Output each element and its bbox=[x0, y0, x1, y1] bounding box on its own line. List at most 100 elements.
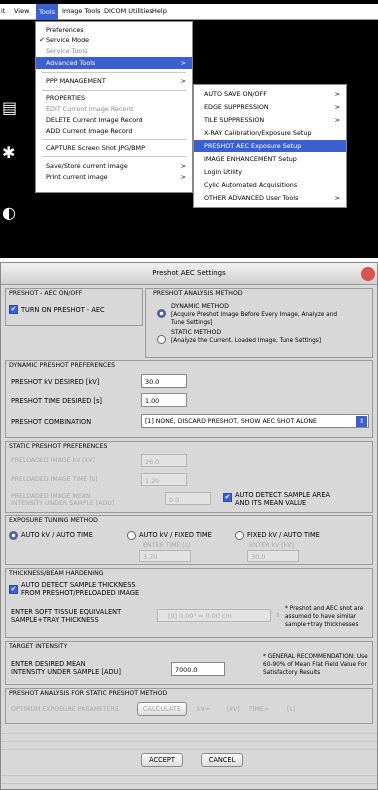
chevron-right-icon: > bbox=[180, 59, 186, 67]
auto-detect-thickness-label: AUTO DETECT SAMPLE THICKNESS bbox=[21, 581, 136, 589]
enter-time-label: ENTER TIME [s] bbox=[143, 542, 191, 549]
fixed-time-input: 3.70 bbox=[139, 550, 191, 562]
menu-item-cyclic-acquisitions[interactable]: Cylic Automated Acquisitions bbox=[194, 181, 346, 189]
menu-item-advanced-tools[interactable]: Advanced Tools > bbox=[36, 57, 192, 69]
auto-detect-area-checkbox[interactable]: ✔ bbox=[223, 493, 232, 502]
menu-partial-item[interactable]: it bbox=[1, 7, 5, 15]
menu-divider bbox=[42, 72, 186, 73]
stripe bbox=[1, 741, 377, 742]
menu-item-label: Save/Store current image bbox=[46, 162, 128, 170]
auto-detect-thickness-label-2: FROM PRESHOT/PRELOADED IMAGE bbox=[21, 589, 140, 597]
dynamic-method-radio[interactable] bbox=[157, 309, 166, 318]
desired-mean-input[interactable]: 7000.0 bbox=[171, 662, 225, 676]
menu-item-other-advanced[interactable]: OTHER ADVANCED User Tools > bbox=[194, 194, 346, 202]
menu-item-ppp-management[interactable]: PPP MANAGEMENT > bbox=[36, 77, 192, 85]
document-icon[interactable]: ▤ bbox=[2, 100, 17, 116]
menu-item-image-enhancement[interactable]: IMAGE ENHANCEMENT Setup bbox=[194, 155, 346, 163]
auto-kv-fixed-time-radio[interactable] bbox=[127, 531, 136, 540]
auto-detect-thickness-checkbox[interactable]: ✔ bbox=[9, 585, 18, 594]
thickness-note-3: sample+tray thicknesses bbox=[285, 622, 359, 628]
menu-item-capture-screenshot[interactable]: CAPTURE Screen Shot JPG/BMP bbox=[36, 144, 192, 152]
chevron-right-icon: > bbox=[334, 103, 340, 111]
menu-item-preferences[interactable]: Preferences bbox=[36, 26, 192, 34]
accept-button[interactable]: ACCEPT bbox=[141, 753, 183, 767]
menu-item-service-mode[interactable]: ✔ Service Mode bbox=[36, 36, 192, 44]
static-method-desc: [Analyze the Current, Loaded Image, Tune… bbox=[171, 338, 322, 344]
stripe bbox=[1, 733, 377, 734]
calculate-button: CALCULATE bbox=[137, 702, 187, 716]
turn-on-preshot-checkbox[interactable]: ✔ bbox=[9, 305, 18, 314]
chevron-right-icon: > bbox=[180, 77, 186, 85]
preshot-kv-label: PRESHOT kV DESIRED [kV] bbox=[11, 378, 100, 386]
menu-image-tools[interactable]: Image Tools bbox=[62, 7, 100, 15]
chevron-updown-icon: ⇕ bbox=[356, 416, 367, 427]
menu-item-print[interactable]: Print current image > bbox=[36, 173, 192, 181]
menu-view[interactable]: View bbox=[14, 7, 29, 15]
cancel-button[interactable]: CANCEL bbox=[201, 753, 243, 767]
menu-item-properties[interactable]: PROPERTIES bbox=[36, 94, 192, 102]
result-time-label: TIME= bbox=[249, 706, 270, 713]
result-kv-unit: [kV] bbox=[227, 706, 240, 713]
menu-help[interactable]: Help bbox=[152, 7, 167, 15]
recommendation-note-2: 60-90% of Mean Flat Field Value For bbox=[263, 662, 367, 668]
menu-item-auto-save[interactable]: AUTO SAVE ON/OFF > bbox=[194, 90, 346, 98]
menu-divider bbox=[42, 156, 186, 157]
result-kv-label: kV= bbox=[197, 706, 211, 713]
stripe bbox=[1, 749, 377, 750]
auto-kv-auto-time-label: AUTO kV / AUTO TIME bbox=[21, 531, 93, 539]
auto-detect-area-label: AUTO DETECT SAMPLE AREA bbox=[235, 491, 331, 499]
circle-icon[interactable]: ◐ bbox=[2, 205, 16, 221]
auto-kv-auto-time-radio[interactable] bbox=[9, 531, 18, 540]
auto-kv-fixed-time-label: AUTO kV / FIXED TIME bbox=[139, 531, 212, 539]
enter-thickness-label: ENTER SOFT TISSUE EQUIVALENT bbox=[11, 608, 122, 616]
dialog-title: Preshot AEC Settings bbox=[152, 269, 226, 277]
thickness-select: [0] 0.00" = 0.00 cm bbox=[157, 609, 271, 622]
fixed-kv-auto-time-radio[interactable] bbox=[235, 531, 244, 540]
menu-item-service-tools: Service Tools bbox=[46, 47, 88, 55]
menu-item-tile-suppression[interactable]: TILE SUPPRESSION > bbox=[194, 116, 346, 124]
optimum-parameters-label: OPTIMUM EXPOSURE PARAMETERS bbox=[11, 706, 119, 713]
preshot-kv-input[interactable]: 30.0 bbox=[141, 374, 187, 388]
thickness-note: * Preshot and AEC shot are bbox=[285, 606, 364, 612]
star-icon[interactable]: ✱ bbox=[2, 145, 15, 161]
menu-item-login-utility[interactable]: Login Utility bbox=[194, 168, 346, 176]
menu-item-save-store[interactable]: Save/Store current image > bbox=[36, 162, 192, 170]
recommendation-note-3: Satisfactory Results bbox=[263, 670, 321, 676]
menu-item-label: TILE SUPPRESSION bbox=[204, 116, 265, 124]
preshot-combination-label: PRESHOT COMBINATION bbox=[11, 418, 92, 426]
dialog-titlebar: Preshot AEC Settings bbox=[1, 263, 377, 285]
result-time-unit: [s] bbox=[287, 706, 296, 713]
menu-item-preshot-aec[interactable]: PRESHOT AEC Exposure Setup bbox=[194, 140, 346, 152]
menu-item-label: EDGE SUPPRESSION bbox=[204, 103, 269, 111]
menu-item-label: Service Mode bbox=[46, 36, 90, 44]
preloaded-kv-label: PRELOADED IMAGE kV [kV] bbox=[11, 457, 95, 464]
menu-item-xray-calibration[interactable]: X-RAY Calibration/Exposure Setup bbox=[194, 129, 346, 137]
auto-detect-area-label-2: AND ITS MEAN VALUE bbox=[235, 499, 307, 507]
preloaded-mean-input: 0.0 bbox=[165, 492, 211, 505]
preshot-time-input[interactable]: 1.00 bbox=[141, 393, 187, 407]
exposure-tuning-title: EXPOSURE TUNING METHOD bbox=[9, 517, 98, 524]
stripe bbox=[1, 783, 377, 784]
preshot-time-label: PRESHOT TIME DESIRED [s] bbox=[11, 397, 102, 405]
menu-dicom-utilities[interactable]: DICOM Utilities bbox=[104, 7, 153, 15]
menu-bar: it View Tools Image Tools DICOM Utilitie… bbox=[0, 4, 378, 20]
advanced-tools-submenu: AUTO SAVE ON/OFF > EDGE SUPPRESSION > TILE… bbox=[193, 84, 347, 208]
menu-divider bbox=[42, 139, 186, 140]
stripe bbox=[1, 775, 377, 776]
menu-item-add-record[interactable]: ADD Current Image Record bbox=[36, 127, 192, 135]
turn-on-preshot-label: TURN ON PRESHOT - AEC bbox=[21, 306, 105, 314]
chevron-right-icon: > bbox=[180, 173, 186, 181]
close-icon[interactable] bbox=[361, 267, 375, 281]
menu-tools[interactable]: Tools bbox=[36, 4, 59, 20]
static-method-radio[interactable] bbox=[157, 335, 166, 344]
preshot-combination-value: [1] NONE, DISCARD PRESHOT, SHOW AEC SHOT… bbox=[145, 418, 317, 425]
menu-item-delete-record[interactable]: DELETE Current Image Record bbox=[36, 116, 192, 124]
screenshot: it View Tools Image Tools DICOM Utilitie… bbox=[0, 0, 378, 790]
fixed-kv-input: 30.0 bbox=[247, 550, 299, 562]
menu-item-edit-record: EDIT Current Image Record bbox=[46, 105, 133, 113]
static-analysis-title: PRESHOT ANALYSIS FOR STATIC PRESHOT METH… bbox=[9, 690, 168, 697]
preshot-combination-select[interactable]: [1] NONE, DISCARD PRESHOT, SHOW AEC SHOT… bbox=[141, 414, 369, 428]
preloaded-time-label: PRELOADED IMAGE TIME [s] bbox=[11, 476, 98, 483]
menu-item-edge-suppression[interactable]: EDGE SUPPRESSION > bbox=[194, 103, 346, 111]
enter-thickness-label-2: SAMPLE+TRAY THICKNESS bbox=[11, 616, 99, 624]
